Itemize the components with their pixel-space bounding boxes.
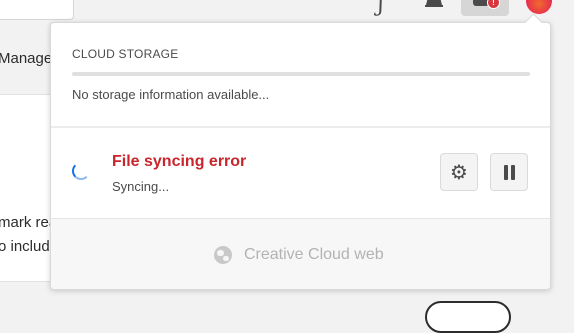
background-text: o includ bbox=[0, 238, 50, 255]
nav-item-manage[interactable]: Manage bbox=[0, 50, 52, 67]
sync-status-text: Syncing... bbox=[112, 179, 170, 194]
sync-status-section: File syncing error Syncing... ⚙ bbox=[51, 128, 550, 218]
background-button[interactable] bbox=[425, 301, 511, 333]
avatar[interactable] bbox=[526, 0, 552, 14]
pause-sync-button[interactable] bbox=[490, 153, 528, 191]
cloud-sync-button[interactable]: ! bbox=[461, 0, 509, 16]
loading-spinner-icon bbox=[72, 162, 90, 180]
background-text: mark rea bbox=[0, 214, 58, 231]
storage-info-text: No storage information available... bbox=[72, 87, 270, 102]
sync-settings-button[interactable]: ⚙ bbox=[440, 153, 478, 191]
script-icon[interactable]: ʃ bbox=[378, 0, 384, 17]
sync-error-title: File syncing error bbox=[112, 153, 247, 170]
bell-icon[interactable] bbox=[424, 0, 444, 9]
cloud-storage-popover: CLOUD STORAGE No storage information ava… bbox=[50, 13, 551, 290]
creative-cloud-web-footer: Creative Cloud web bbox=[51, 219, 550, 289]
gear-icon: ⚙ bbox=[450, 160, 468, 184]
section-title: CLOUD STORAGE bbox=[72, 47, 179, 61]
cloud-storage-section: CLOUD STORAGE No storage information ava… bbox=[51, 23, 550, 127]
search-input[interactable] bbox=[0, 0, 74, 20]
creative-cloud-web-link[interactable]: Creative Cloud web bbox=[244, 246, 384, 264]
globe-icon bbox=[214, 246, 232, 264]
alert-badge-icon: ! bbox=[487, 0, 500, 9]
storage-usage-bar bbox=[72, 72, 530, 76]
